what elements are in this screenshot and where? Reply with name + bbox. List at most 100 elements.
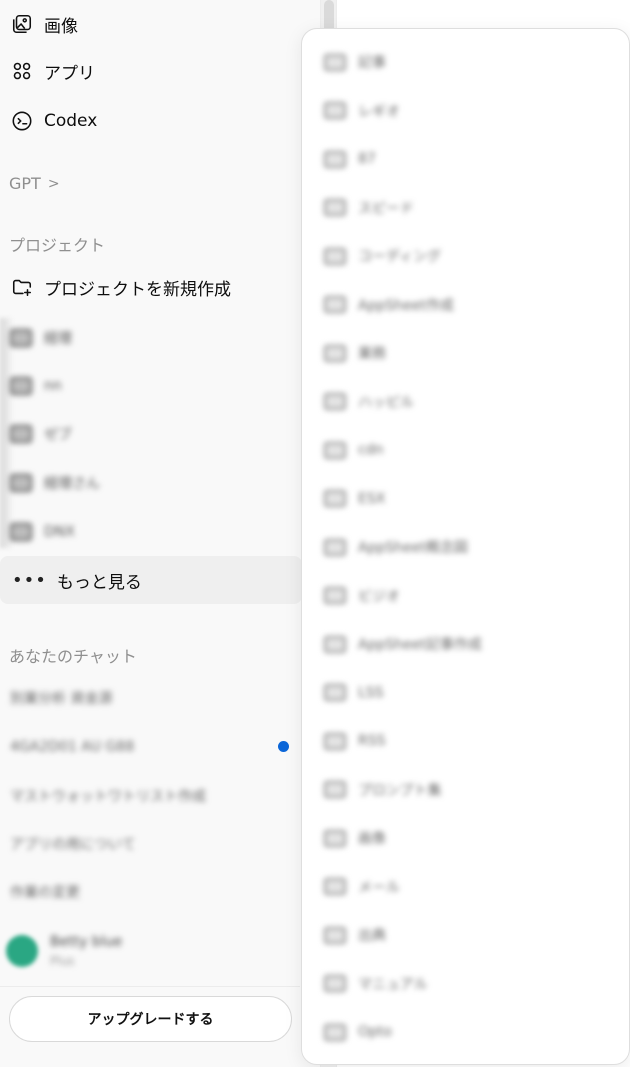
popup-project-label: 87 [358,151,376,167]
project-item[interactable]: DNX [10,517,75,547]
popup-project-item[interactable]: cdn [324,435,614,465]
popup-project-label: ハッピル [358,394,414,411]
popup-project-item[interactable]: ESX [324,484,614,514]
app-window: 画像 アプリ Codex GPT > プロジェクト プロジェクトを新規作成 経理… [0,0,630,1067]
popup-project-item[interactable]: プロンプト集 [324,775,614,805]
popup-project-label: AppSheet作成 [358,297,454,314]
folder-icon [324,150,346,168]
chat-title: 作業の変更 [10,885,80,901]
popup-project-label: ビジオ [358,588,400,605]
project-label: DNX [44,524,75,540]
folder-icon [324,441,346,459]
chat-item[interactable]: アプリの用について [10,830,136,858]
popup-project-label: AppSheet記事作成 [358,637,482,653]
gpt-label: GPT [9,174,41,193]
popup-project-label: スピード [358,200,414,217]
folder-icon [324,684,346,701]
popup-project-label: ESX [358,490,386,507]
popup-project-label: 出典 [358,928,386,944]
project-item[interactable]: ゼブ [10,419,72,449]
popup-project-item[interactable]: 87 [324,144,614,174]
sidebar: 画像 アプリ Codex GPT > プロジェクト プロジェクトを新規作成 経理… [0,0,320,1067]
project-item[interactable]: nn [10,371,62,401]
project-item[interactable]: 経理さん [10,468,100,498]
popup-project-label: レギオ [358,103,400,120]
folder-icon [324,247,346,265]
chat-item[interactable]: 別業分析 資金源 [10,684,112,712]
profile-plan: Plus [50,954,75,968]
new-project-button[interactable]: プロジェクトを新規作成 [0,267,300,307]
popup-project-item[interactable]: RSS [324,726,614,756]
codex-terminal-icon [10,109,34,133]
popup-project-item[interactable]: AppSheet作成 [324,290,614,320]
popup-project-item[interactable]: 画像 [324,823,614,853]
folder-icon [324,878,346,895]
folder-icon [10,523,32,541]
popup-project-label: AppSheet概念図 [358,540,468,556]
chats-heading: あなたのチャット [9,643,137,667]
chat-title: マストウォットワトリスト作成 [10,789,206,805]
gpt-section[interactable]: GPT > [9,174,60,193]
projects-label: プロジェクト [9,236,106,255]
popup-project-label: 業務 [358,346,386,362]
nav-apps-label: アプリ [44,63,95,84]
popup-project-item[interactable]: Opto [324,1017,614,1047]
project-item[interactable]: 経理 [10,323,72,353]
folder-icon [324,102,346,119]
popup-project-item[interactable]: 出典 [324,920,614,950]
popup-project-label: 記事 [358,55,386,71]
folder-icon [324,587,346,604]
popup-project-item[interactable]: AppSheet記事作成 [324,629,614,659]
projects-heading: プロジェクト [9,232,105,256]
chat-title: 4GA2D01 AU G88 [10,739,135,755]
folder-icon [10,377,32,395]
avatar [6,935,38,967]
chat-item[interactable]: マストウォットワトリスト作成 [10,782,206,810]
popup-project-item[interactable]: ビジオ [324,581,614,611]
folder-icon [324,344,346,362]
chat-item[interactable]: 4GA2D01 AU G88 [10,733,134,761]
projects-popup-menu: 記事レギオ 87 スピードコーディング AppSheet作成 業務ハッピル cdn ESX A… [301,28,630,1065]
nav-images[interactable]: 画像 [0,4,300,44]
popup-project-item[interactable]: コーディング [324,241,614,271]
more-projects-button[interactable]: ••• もっと見る [0,556,302,604]
popup-project-item[interactable]: ハッピル [324,387,614,417]
unread-indicator [278,741,289,752]
popup-project-label: 画像 [358,831,386,847]
folder-icon [324,490,346,507]
folder-plus-icon [10,275,34,299]
popup-project-item[interactable]: AppSheet概念図 [324,532,614,562]
nav-images-label: 画像 [44,16,78,37]
popup-project-item[interactable]: マニュアル [324,969,614,999]
nav-codex[interactable]: Codex [0,101,300,141]
popup-project-item[interactable]: 業務 [324,338,614,368]
popup-project-item[interactable]: 記事 [324,47,614,77]
popup-project-label: プロンプト集 [358,782,442,799]
popup-project-item[interactable]: LSS [324,678,614,708]
popup-project-label: LSS [358,684,384,701]
upgrade-button[interactable]: アップグレードする [9,996,292,1042]
folder-icon [324,53,346,71]
nav-apps[interactable]: アプリ [0,51,300,91]
profile-text: Betty blue Plus [50,934,122,968]
popup-project-item[interactable]: スピード [324,193,614,223]
popup-project-label: cdn [358,442,384,458]
chat-item[interactable]: 作業の変更 [10,878,80,906]
folder-icon [324,781,346,798]
folder-icon [324,1023,346,1041]
popup-project-item[interactable]: レギオ [324,96,614,126]
images-icon [10,12,34,36]
divider [0,986,300,987]
popup-project-label: RSS [358,733,386,749]
project-label: nn [44,378,62,394]
popup-project-item[interactable]: メール [324,872,614,902]
profile-menu[interactable]: Betty blue Plus [0,920,300,982]
more-label: もっと見る [56,572,142,593]
ellipsis-icon: ••• [12,569,47,591]
popup-project-label: コーディング [358,249,442,265]
folder-icon [10,425,32,443]
chat-title: 別業分析 資金源 [10,691,113,707]
apps-grid-icon [10,59,34,83]
folder-icon [324,732,346,750]
project-label: 経理 [44,331,72,347]
